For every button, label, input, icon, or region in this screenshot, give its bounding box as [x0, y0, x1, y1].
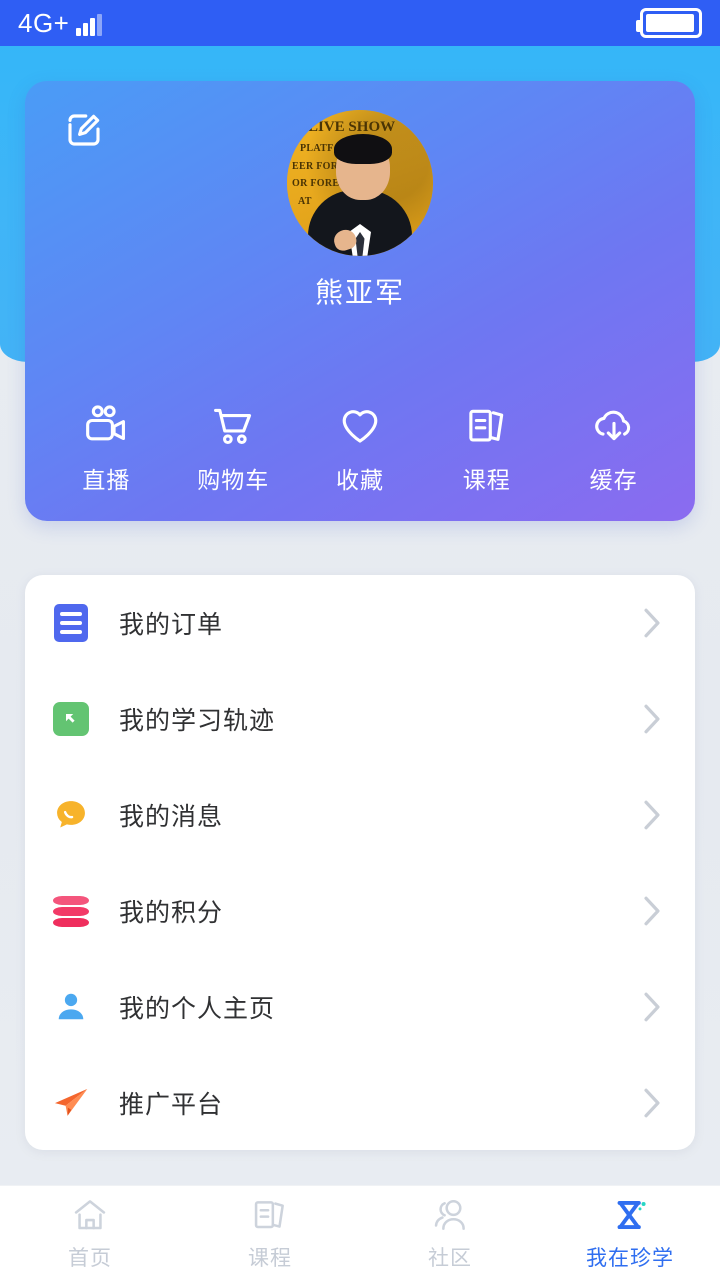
chevron-right-icon: [644, 704, 660, 734]
learning-track-icon: [51, 699, 91, 739]
orders-list-icon: [51, 603, 91, 643]
shopping-cart-icon: [210, 403, 256, 449]
paper-plane-icon: [51, 1083, 91, 1123]
nav-item-label: 课程: [248, 1247, 292, 1270]
menu-list-card: 我的订单 我的学习轨迹 我的消息 我的积分 我的个人主页 推广平台: [25, 575, 695, 1150]
community-people-icon: [429, 1194, 471, 1236]
home-icon: [70, 1194, 110, 1236]
avatar[interactable]: LIVE SHOW PLATF LAOW EER FOR MB OR FOREV…: [287, 110, 433, 256]
course-book-icon: [250, 1194, 290, 1236]
user-profile-icon: [51, 987, 91, 1027]
quick-actions-row: 直播 购物车 收藏 课程 缓存: [25, 403, 695, 495]
status-bar-left: 4G+: [18, 8, 103, 38]
quick-action-label: 购物车: [197, 467, 270, 493]
edit-pencil-icon[interactable]: [63, 109, 105, 151]
nav-item-zhenxue[interactable]: 我在珍学: [540, 1194, 720, 1272]
quick-action-label: 缓存: [589, 467, 638, 493]
points-coins-icon: [51, 891, 91, 931]
profile-name: 熊亚军: [314, 277, 405, 308]
menu-item-learning-track[interactable]: 我的学习轨迹: [25, 671, 695, 767]
menu-item-points[interactable]: 我的积分: [25, 863, 695, 959]
battery-full-icon: [636, 8, 702, 38]
quick-action-label: 直播: [82, 467, 131, 493]
network-type-label: 4G+: [18, 8, 70, 38]
chevron-right-icon: [644, 896, 660, 926]
nav-item-courses[interactable]: 课程: [180, 1194, 360, 1272]
quick-action-courses[interactable]: 课程: [431, 403, 543, 495]
video-camera-icon: [82, 403, 130, 449]
chevron-right-icon: [644, 992, 660, 1022]
zhenxue-hourglass-icon: [609, 1194, 651, 1236]
cloud-download-icon: [589, 403, 639, 449]
signal-bars-icon: [76, 14, 103, 36]
menu-item-label: 我的个人主页: [119, 995, 276, 1023]
status-bar: 4G+: [0, 0, 720, 46]
bottom-navigation-bar: 首页 课程 社区 我在珍学: [0, 1185, 720, 1280]
menu-item-messages[interactable]: 我的消息: [25, 767, 695, 863]
quick-action-label: 收藏: [335, 467, 384, 493]
menu-item-label: 我的学习轨迹: [119, 707, 276, 735]
avatar-figure-hair: [333, 134, 392, 164]
menu-item-label: 我的积分: [119, 899, 224, 927]
menu-item-label: 我的订单: [119, 611, 224, 639]
quick-action-cache[interactable]: 缓存: [558, 403, 670, 495]
heart-icon: [336, 403, 384, 449]
chevron-right-icon: [644, 800, 660, 830]
nav-item-label: 首页: [68, 1247, 112, 1270]
menu-item-label: 推广平台: [119, 1091, 224, 1119]
nav-item-community[interactable]: 社区: [360, 1194, 540, 1272]
menu-item-promotion[interactable]: 推广平台: [25, 1055, 695, 1150]
quick-action-favorites[interactable]: 收藏: [304, 403, 416, 495]
quick-action-live[interactable]: 直播: [50, 403, 162, 495]
nav-item-home[interactable]: 首页: [0, 1194, 180, 1272]
chevron-right-icon: [644, 1088, 660, 1118]
profile-screen: 4G+ LIVE SHOW PLATF LAOW EER FOR MB OR F…: [0, 0, 720, 1280]
quick-action-label: 课程: [462, 467, 511, 493]
message-bubble-icon: [51, 795, 91, 835]
menu-item-orders[interactable]: 我的订单: [25, 575, 695, 671]
quick-action-cart[interactable]: 购物车: [177, 403, 289, 495]
menu-item-homepage[interactable]: 我的个人主页: [25, 959, 695, 1055]
nav-item-label: 社区: [428, 1247, 472, 1270]
profile-card: LIVE SHOW PLATF LAOW EER FOR MB OR FOREV…: [25, 81, 695, 521]
course-book-icon: [464, 403, 510, 449]
nav-item-label: 我在珍学: [586, 1247, 674, 1270]
menu-item-label: 我的消息: [119, 803, 224, 831]
chevron-right-icon: [644, 608, 660, 638]
